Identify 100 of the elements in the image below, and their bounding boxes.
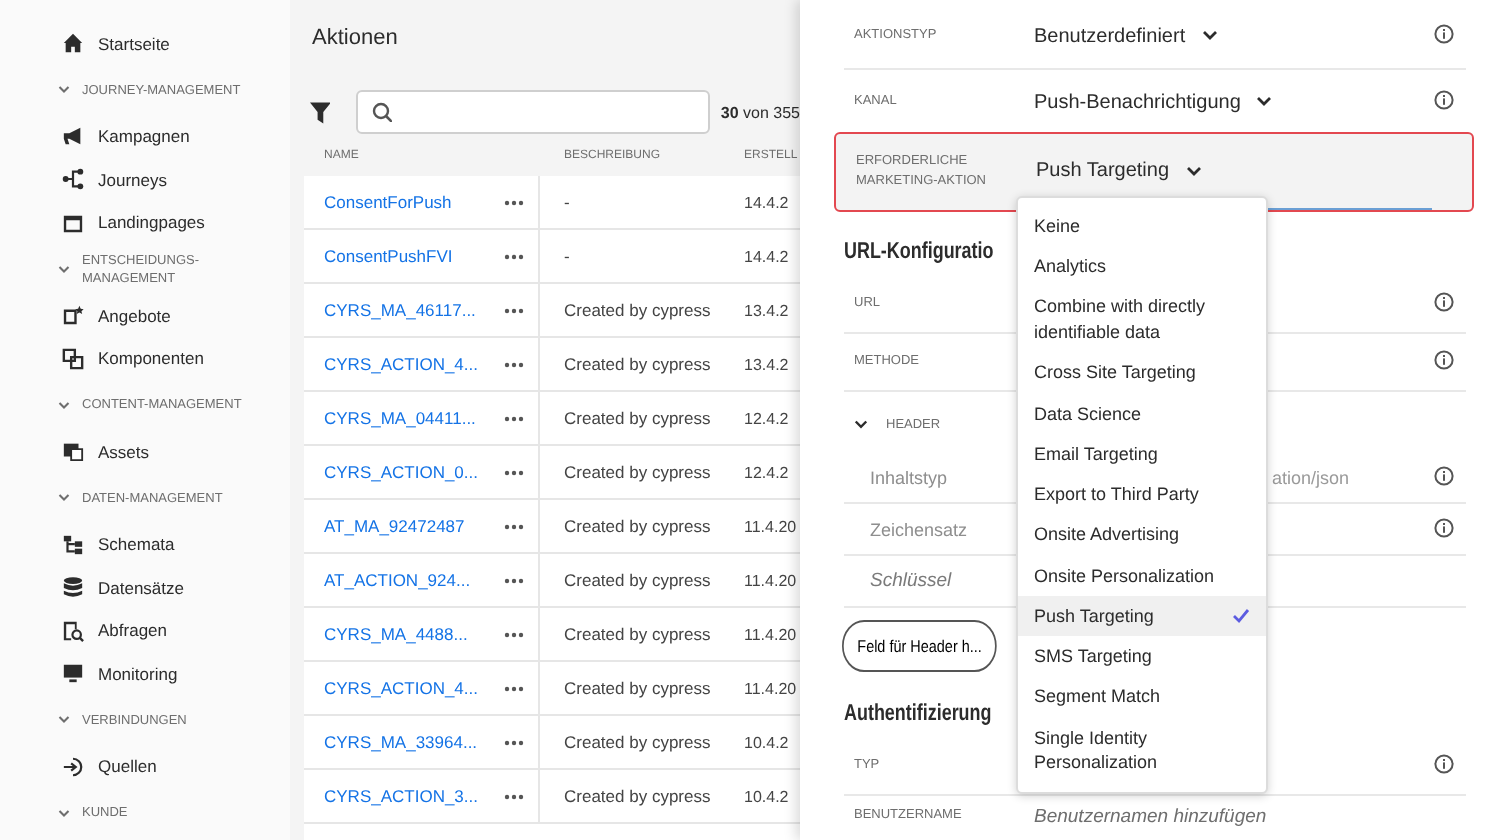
table-cell-text: -	[562, 192, 572, 212]
nav-link[interactable]: Quellen	[98, 756, 157, 777]
table-cell-text: Created by cypress	[562, 678, 713, 698]
document-search-icon[interactable]	[62, 619, 84, 642]
table-cell-text: Created by cypress	[562, 570, 713, 590]
field-value: ation/json	[1272, 467, 1350, 487]
action-link[interactable]: ConsentPushFVI	[324, 246, 453, 266]
more-icon[interactable]	[504, 415, 524, 421]
select-value: Benutzerdefiniert	[1034, 25, 1186, 47]
monitor-icon[interactable]	[62, 662, 84, 685]
menu-option[interactable]: Push Targeting	[1018, 596, 1266, 637]
more-icon[interactable]	[504, 253, 524, 259]
chevron-icon[interactable]	[1185, 163, 1202, 179]
select-field[interactable]: Push-Benachrichtigung	[1034, 91, 1434, 113]
more-icon[interactable]	[504, 199, 524, 205]
table-cell-text: Created by cypress	[562, 462, 713, 482]
filter-icon[interactable]	[310, 101, 331, 123]
action-link[interactable]: CYRS_ACTION_3...	[324, 786, 478, 806]
table-cell-text: 11.4.20	[742, 517, 799, 535]
more-icon[interactable]	[504, 577, 524, 583]
nav-link[interactable]: Assets	[98, 441, 150, 462]
menu-option[interactable]: Keine	[1018, 206, 1266, 247]
nav-link[interactable]: Schemata	[98, 534, 175, 555]
table-cell-text: Created by cypress	[562, 516, 713, 536]
table-cell-text: 10.4.2	[742, 787, 791, 805]
more-icon[interactable]	[504, 307, 524, 313]
info-icon[interactable]	[1434, 24, 1454, 44]
more-icon[interactable]	[504, 793, 524, 799]
image-icon[interactable]	[62, 440, 84, 463]
table-cell-text: 11.4.20	[742, 625, 799, 643]
action-link[interactable]: ConsentForPush	[324, 192, 452, 212]
add-header-button[interactable]: Feld für Header h...	[842, 620, 998, 672]
info-icon[interactable]	[1434, 90, 1454, 110]
section-heading: URL-Konfiguratio	[844, 238, 994, 268]
action-link[interactable]: CYRS_ACTION_4...	[324, 354, 478, 374]
nav-link[interactable]: Kampagnen	[98, 126, 190, 147]
table-cell-text: Created by cypress	[562, 624, 713, 644]
action-link[interactable]: CYRS_MA_46117...	[324, 300, 476, 320]
chevron-icon[interactable]	[854, 417, 868, 431]
menu-option[interactable]: Onsite Advertising	[1018, 514, 1266, 556]
hierarchy-icon[interactable]	[62, 533, 84, 556]
action-link[interactable]: AT_MA_92472487	[324, 516, 465, 536]
nav-link[interactable]: Landingpages	[98, 212, 205, 233]
more-icon[interactable]	[504, 469, 524, 475]
database-icon[interactable]	[62, 576, 84, 599]
result-count: 30 von 355	[720, 103, 800, 121]
table-cell-text: 13.4.2	[742, 301, 791, 319]
table-cell-text: Created by cypress	[562, 786, 713, 806]
menu-option[interactable]: Export to Third Party	[1018, 474, 1266, 515]
info-icon[interactable]	[1434, 292, 1454, 312]
table-cell-text: Created by cypress	[562, 408, 713, 428]
section-heading: Authentifizierung	[844, 699, 992, 729]
action-link[interactable]: CYRS_ACTION_4...	[324, 678, 478, 698]
menu-option[interactable]: Email Targeting	[1018, 433, 1266, 475]
branch-icon[interactable]	[62, 168, 84, 191]
chevron-icon[interactable]	[1256, 94, 1273, 110]
action-link[interactable]: AT_ACTION_924...	[324, 570, 471, 590]
info-icon[interactable]	[1434, 465, 1454, 485]
info-icon[interactable]	[1434, 754, 1454, 774]
layers-icon[interactable]	[62, 347, 84, 370]
window-icon[interactable]	[62, 211, 84, 234]
more-icon[interactable]	[504, 631, 524, 637]
menu-option[interactable]: Single Identity Personalization	[1018, 717, 1266, 784]
info-icon[interactable]	[1434, 517, 1454, 537]
action-link[interactable]: CYRS_MA_33964...	[324, 732, 478, 752]
more-icon[interactable]	[504, 523, 524, 529]
megaphone-icon[interactable]	[62, 125, 84, 148]
more-icon[interactable]	[504, 739, 524, 745]
search-field[interactable]	[356, 90, 711, 134]
nav-link[interactable]: Komponenten	[98, 348, 204, 369]
nav-link[interactable]: Journeys	[98, 169, 167, 190]
menu-option[interactable]: Data Science	[1018, 393, 1266, 434]
home-icon[interactable]	[62, 32, 84, 55]
nav-link[interactable]: Abfragen	[98, 620, 167, 641]
menu-option[interactable]: Onsite Personalization	[1018, 555, 1266, 597]
nav-link[interactable]: Monitoring	[98, 663, 178, 684]
table-cell-text: 12.4.2	[742, 409, 791, 427]
enter-arrow-icon[interactable]	[62, 755, 84, 778]
menu-option[interactable]: Segment Match	[1018, 677, 1266, 718]
input-field[interactable]: Benutzernamen hinzufügen	[1034, 805, 1434, 827]
menu-option[interactable]: Combine with directly identifiable data	[1018, 287, 1266, 353]
menu-option[interactable]: Analytics	[1018, 246, 1266, 288]
info-icon[interactable]	[1434, 350, 1454, 370]
more-icon[interactable]	[504, 685, 524, 691]
table-cell-text: -	[562, 246, 572, 266]
select-field[interactable]: Benutzerdefiniert	[1034, 25, 1434, 47]
card-icon[interactable]	[62, 304, 84, 327]
table-cell-text: 13.4.2	[742, 355, 791, 373]
table-cell-text: 11.4.20	[742, 571, 799, 589]
menu-option[interactable]: SMS Targeting	[1018, 636, 1266, 678]
field-label: Inhaltstyp	[868, 467, 950, 487]
action-link[interactable]: CYRS_MA_4488...	[324, 624, 468, 644]
more-icon[interactable]	[504, 361, 524, 367]
action-link[interactable]: CYRS_MA_04411...	[324, 408, 476, 428]
nav-link[interactable]: Datensätze	[98, 577, 184, 598]
menu-option[interactable]: Cross Site Targeting	[1018, 352, 1266, 394]
nav-link[interactable]: Startseite	[98, 33, 170, 54]
nav-link[interactable]: Angebote	[98, 305, 171, 326]
action-link[interactable]: CYRS_ACTION_0...	[324, 462, 478, 482]
chevron-icon[interactable]	[1201, 28, 1218, 44]
